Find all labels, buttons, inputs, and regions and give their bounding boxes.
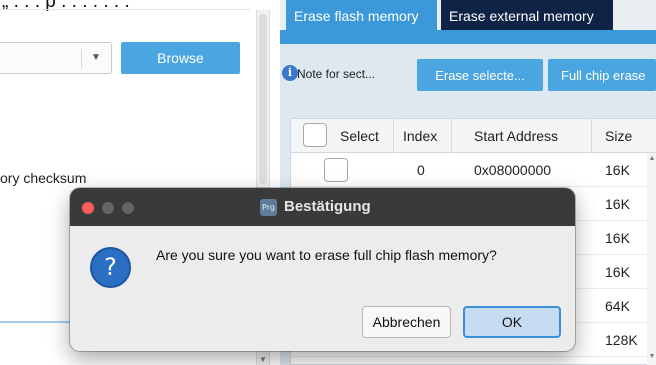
row-checkbox[interactable]: [324, 158, 348, 182]
full-chip-erase-button[interactable]: Full chip erase: [548, 59, 656, 91]
column-header-start-address[interactable]: Start Address: [474, 128, 558, 144]
table-row[interactable]: 0 0x08000000 16K: [291, 153, 656, 187]
tab-underline: [280, 30, 656, 44]
ok-button[interactable]: OK: [463, 306, 561, 338]
row-start-address: 0x08000000: [474, 162, 552, 178]
chevron-down-icon[interactable]: ▼: [86, 52, 106, 63]
erase-toolbar: i Note for sect... Erase selecte... Full…: [280, 44, 656, 108]
table-header: Select Index Start Address Size: [291, 119, 656, 153]
dialog-titlebar[interactable]: Prg Bestätigung: [70, 188, 575, 226]
row-size: 16K: [605, 264, 630, 280]
column-separator: [451, 119, 452, 153]
scroll-down-icon[interactable]: ▼: [257, 355, 269, 364]
column-header-index[interactable]: Index: [403, 128, 437, 144]
close-window-icon[interactable]: [82, 202, 94, 214]
scroll-up-icon[interactable]: ▲: [647, 155, 656, 162]
column-header-size[interactable]: Size: [605, 128, 632, 144]
info-icon[interactable]: i: [282, 65, 298, 81]
browse-button[interactable]: Browse: [121, 42, 240, 74]
top-cut-text: „ . . . p . . . . . . .: [0, 0, 250, 12]
row-size: 16K: [605, 162, 630, 178]
scrollbar-thumb[interactable]: [259, 14, 267, 184]
tab-erase-external-memory[interactable]: Erase external memory: [441, 0, 613, 30]
question-icon: ?: [90, 247, 131, 288]
column-separator: [591, 119, 592, 153]
confirmation-dialog: Prg Bestätigung ? Are you sure you want …: [70, 188, 575, 351]
top-cut-text-label: „ . . . p . . . . . . .: [2, 0, 130, 12]
cancel-button[interactable]: Abbrechen: [362, 306, 451, 338]
erase-selected-button[interactable]: Erase selecte...: [417, 59, 543, 91]
column-separator: [393, 119, 394, 153]
note-for-sectors-label: Note for sect...: [297, 67, 376, 81]
select-all-checkbox[interactable]: [303, 123, 327, 147]
scroll-down-icon[interactable]: ▼: [647, 353, 656, 360]
maximize-window-icon[interactable]: [122, 202, 134, 214]
row-size: 128K: [605, 332, 638, 348]
top-divider: [0, 9, 250, 10]
dialog-title: Bestätigung: [284, 198, 371, 215]
row-size: 16K: [605, 196, 630, 212]
tab-bar: Erase flash memory Erase external memory: [280, 0, 656, 30]
row-size: 64K: [605, 298, 630, 314]
file-path-combobox[interactable]: ▼: [0, 42, 112, 74]
combobox-separator: [81, 49, 82, 69]
row-index: 0: [417, 162, 425, 178]
app-icon: Prg: [260, 199, 277, 216]
tab-erase-flash-memory[interactable]: Erase flash memory: [286, 0, 437, 30]
memory-checksum-label: ory checksum: [0, 170, 87, 186]
minimize-window-icon[interactable]: [102, 202, 114, 214]
table-scrollbar[interactable]: ▲ ▼: [647, 153, 656, 365]
dialog-message: Are you sure you want to erase full chip…: [156, 247, 497, 263]
row-size: 16K: [605, 230, 630, 246]
column-header-select[interactable]: Select: [340, 128, 379, 144]
